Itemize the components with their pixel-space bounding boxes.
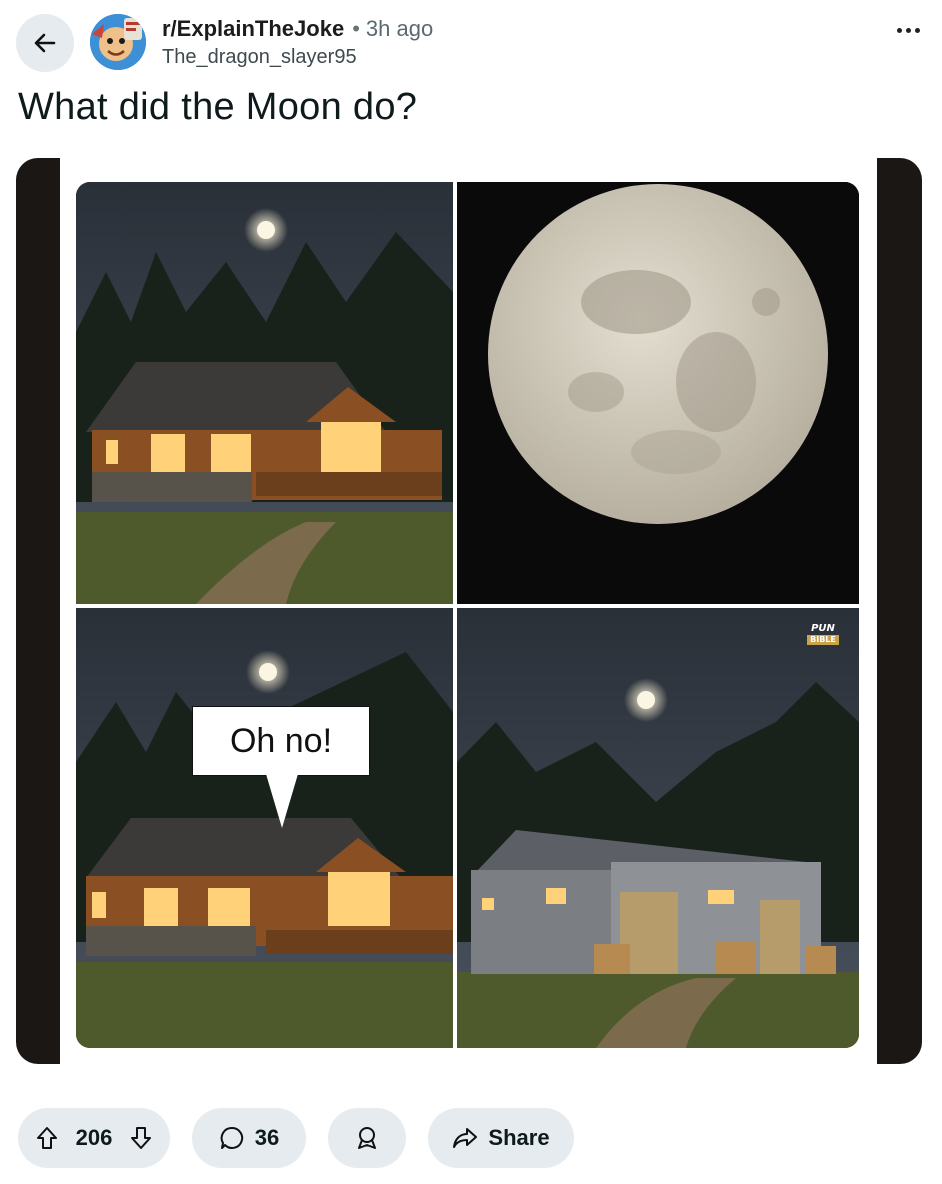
share-icon [453, 1128, 478, 1148]
downvote-button[interactable] [130, 1126, 152, 1150]
post-meta: r/ExplainTheJoke • 3h ago The_dragon_sla… [162, 14, 433, 69]
speech-bubble: Oh no! [192, 706, 370, 776]
more-options-button[interactable] [897, 28, 920, 33]
upvote-button[interactable] [36, 1126, 58, 1150]
subreddit-name[interactable]: r/ExplainTheJoke [162, 16, 344, 42]
media-card: Oh no! PUN BIBLE [60, 158, 877, 1064]
comment-icon [220, 1126, 243, 1149]
action-bar: 206 36 Share [18, 1108, 574, 1168]
panel-warehouse-moon [457, 608, 859, 1048]
arrow-left-icon [34, 33, 56, 53]
comic-image: Oh no! PUN BIBLE [76, 182, 859, 1048]
post-time: 3h ago [365, 16, 434, 41]
subreddit-logo-icon [90, 14, 146, 70]
back-button[interactable] [16, 14, 74, 72]
meta-separator: • [352, 16, 360, 41]
award-button[interactable] [328, 1108, 406, 1168]
comments-button[interactable]: 36 [192, 1108, 306, 1168]
comment-count: 36 [254, 1125, 280, 1150]
panel-full-moon [457, 182, 859, 604]
watermark-top: PUN [811, 622, 835, 634]
speech-bubble-tail [266, 774, 298, 828]
post-media[interactable]: Oh no! PUN BIBLE [16, 158, 922, 1064]
subreddit-avatar[interactable] [90, 14, 146, 70]
award-icon [358, 1127, 376, 1149]
panel-cabin-moon [76, 182, 453, 604]
author-username[interactable]: The_dragon_slayer95 [162, 46, 433, 69]
post-title[interactable]: What did the Moon do? [18, 86, 417, 129]
ellipsis-icon [906, 28, 911, 33]
watermark-bottom: BIBLE [807, 634, 839, 645]
downvote-icon [131, 1127, 151, 1149]
upvote-icon [37, 1127, 57, 1149]
pun-bible-watermark: PUN BIBLE [801, 622, 845, 646]
share-label: Share [488, 1125, 550, 1150]
panel-cabin-oh-no [76, 608, 453, 1048]
share-button[interactable]: Share [428, 1108, 574, 1168]
vote-control: 206 [18, 1108, 170, 1168]
ellipsis-icon [915, 28, 920, 33]
upvote-count: 206 [75, 1125, 113, 1150]
ellipsis-icon [897, 28, 902, 33]
